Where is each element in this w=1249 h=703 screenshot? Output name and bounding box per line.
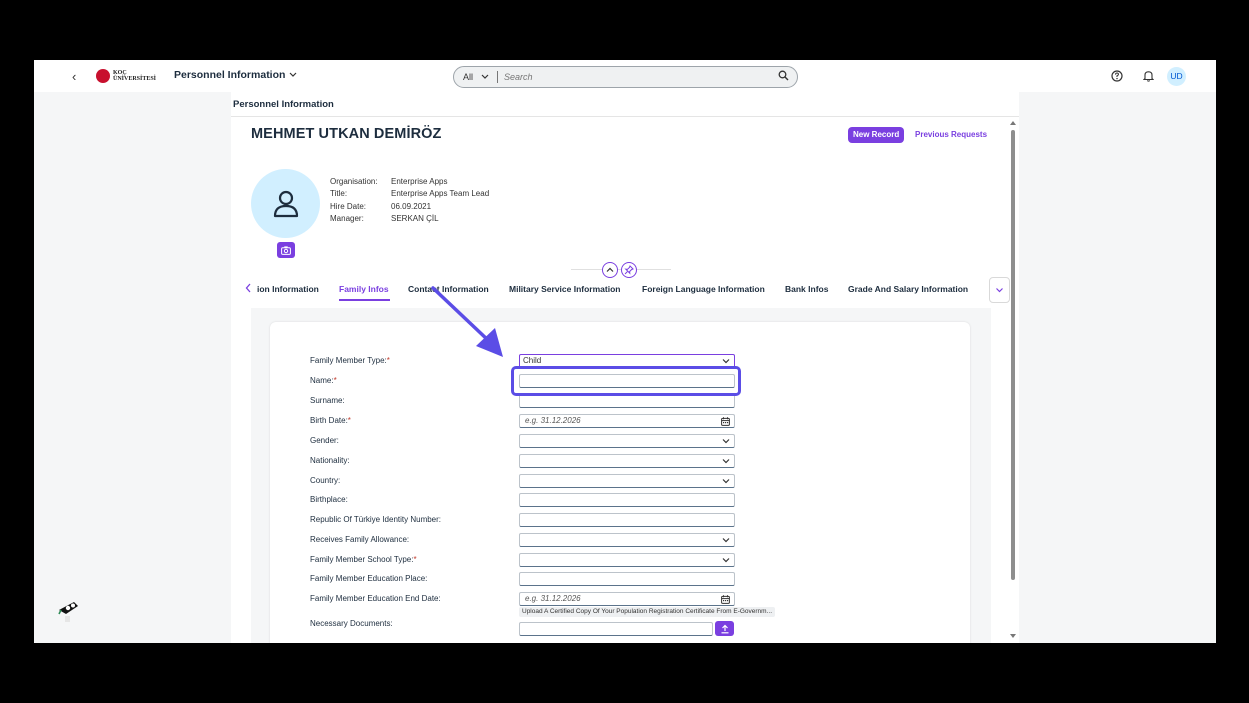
identity-number-input[interactable] bbox=[519, 513, 735, 527]
user-avatar[interactable]: UD bbox=[1167, 67, 1186, 86]
upload-button[interactable] bbox=[715, 621, 734, 636]
upload-hint: Upload A Certified Copy Of Your Populati… bbox=[519, 607, 776, 617]
annotation-highlight-box bbox=[511, 366, 741, 396]
scroll-down-icon[interactable] bbox=[1009, 633, 1017, 639]
chevron-down-icon bbox=[722, 359, 730, 364]
collapse-header-button[interactable] bbox=[602, 262, 618, 278]
nationality-select[interactable] bbox=[519, 454, 735, 468]
pin-header-button[interactable] bbox=[621, 262, 637, 278]
upload-icon bbox=[721, 624, 728, 633]
shell-bar: ‹ KOÇ ÜNİVERSİTESİ Personnel Information … bbox=[34, 60, 1216, 92]
search-scope-select[interactable]: All bbox=[463, 72, 489, 82]
section-tab-bar: ion Information Family Infos Contact Inf… bbox=[231, 277, 1011, 303]
more-tabs-button[interactable] bbox=[989, 277, 1010, 303]
surname-input[interactable] bbox=[519, 394, 735, 408]
university-logo[interactable]: KOÇ ÜNİVERSİTESİ bbox=[96, 69, 156, 83]
scrollbar-thumb[interactable] bbox=[1011, 130, 1015, 580]
help-icon[interactable] bbox=[1111, 70, 1123, 82]
active-tab-indicator bbox=[339, 299, 390, 301]
app-screen: ‹ KOÇ ÜNİVERSİTESİ Personnel Information … bbox=[34, 60, 1216, 643]
chevron-up-icon bbox=[606, 267, 614, 272]
tab-family-infos[interactable]: Family Infos bbox=[339, 284, 389, 294]
tab-military-service-information[interactable]: Military Service Information bbox=[509, 284, 620, 294]
tab-personal-information[interactable]: ion Information bbox=[257, 284, 319, 294]
logo-emblem-icon bbox=[96, 69, 110, 83]
scroll-up-icon[interactable] bbox=[1009, 120, 1017, 126]
tab-contact-information[interactable]: Contact Information bbox=[408, 284, 489, 294]
family-allowance-select[interactable] bbox=[519, 533, 735, 547]
chevron-down-icon bbox=[290, 72, 297, 77]
search-bar: All bbox=[453, 66, 798, 88]
tab-bank-infos[interactable]: Bank Infos bbox=[785, 284, 828, 294]
camera-icon bbox=[281, 245, 291, 255]
school-type-select[interactable] bbox=[519, 553, 735, 567]
chevron-down-icon bbox=[481, 74, 489, 79]
chevron-down-icon bbox=[722, 479, 730, 484]
gender-select[interactable] bbox=[519, 434, 735, 448]
page-scrollbar[interactable] bbox=[1009, 120, 1017, 643]
assistant-logo-icon[interactable] bbox=[56, 598, 82, 622]
tab-content-area: Family Member Type:* Child Name:* Surnam… bbox=[251, 308, 991, 643]
document-file-input[interactable] bbox=[519, 622, 713, 636]
employee-photo-placeholder bbox=[251, 169, 320, 238]
chevron-down-icon bbox=[722, 439, 730, 444]
employee-name: MEHMET UTKAN DEMİRÖZ bbox=[251, 126, 442, 142]
chevron-down-icon bbox=[722, 459, 730, 464]
notification-bell-icon[interactable] bbox=[1143, 70, 1154, 82]
chevron-down-icon bbox=[722, 558, 730, 563]
chevron-down-icon bbox=[996, 288, 1003, 293]
page-title: Personnel Information bbox=[233, 99, 334, 110]
birthplace-input[interactable] bbox=[519, 493, 735, 507]
search-icon[interactable] bbox=[778, 70, 789, 81]
chevron-down-icon bbox=[722, 538, 730, 543]
person-icon bbox=[273, 190, 298, 217]
new-record-button[interactable]: New Record bbox=[848, 127, 905, 143]
previous-requests-link[interactable]: Previous Requests bbox=[915, 130, 987, 139]
search-input[interactable] bbox=[504, 72, 755, 82]
education-end-date-picker[interactable]: e.g. 31.12.2026 bbox=[519, 592, 735, 606]
education-place-input[interactable] bbox=[519, 572, 735, 586]
calendar-icon[interactable] bbox=[721, 595, 730, 604]
back-icon[interactable]: ‹ bbox=[72, 69, 76, 84]
app-title: Personnel Information bbox=[174, 69, 286, 81]
calendar-icon[interactable] bbox=[721, 417, 730, 426]
pin-icon bbox=[624, 265, 634, 275]
change-photo-button[interactable] bbox=[277, 242, 295, 258]
employee-attributes: Organisation: Enterprise Apps Title: Enter… bbox=[330, 177, 490, 223]
app-title-menu[interactable]: Personnel Information bbox=[174, 69, 297, 81]
chevron-left-icon[interactable] bbox=[245, 283, 252, 293]
country-select[interactable] bbox=[519, 474, 735, 488]
birth-date-picker[interactable]: e.g. 31.12.2026 bbox=[519, 414, 735, 428]
tab-grade-and-salary-information[interactable]: Grade And Salary Information bbox=[848, 284, 968, 294]
tab-foreign-language-information[interactable]: Foreign Language Information bbox=[642, 284, 765, 294]
